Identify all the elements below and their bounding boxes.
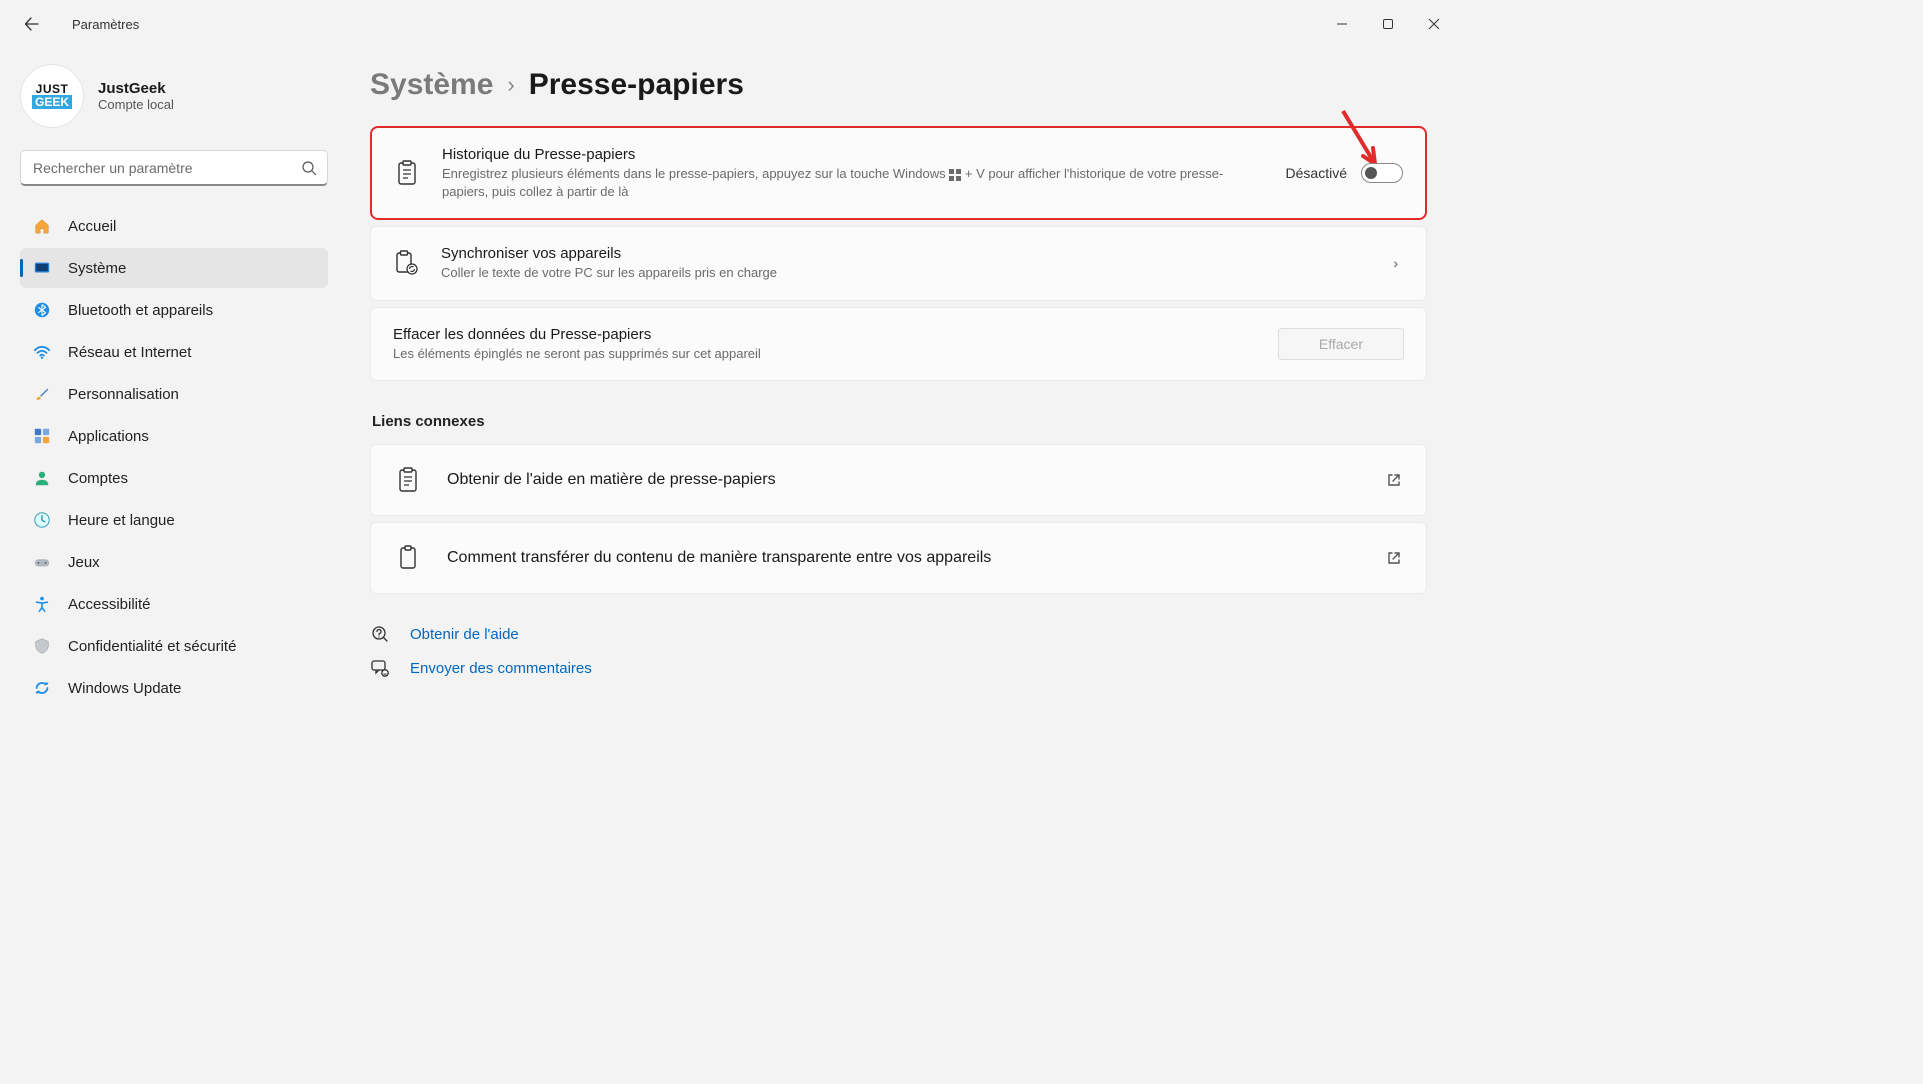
sidebar: JUSTGEEK JustGeek Compte local Accueil S… (0, 48, 340, 781)
related-help-link[interactable]: Obtenir de l'aide en matière de presse-p… (370, 444, 1427, 516)
chevron-right-icon: › (507, 72, 514, 98)
minimize-icon (1336, 18, 1348, 30)
feedback-icon (370, 658, 390, 678)
nav-label: Windows Update (68, 680, 181, 697)
feedback-link[interactable]: Envoyer des commentaires (410, 660, 592, 677)
clipboard-history-card: Historique du Presse-papiers Enregistrez… (370, 126, 1427, 220)
external-link-icon (1386, 472, 1402, 488)
update-icon (32, 678, 52, 698)
wifi-icon (32, 342, 52, 362)
breadcrumb-current: Presse-papiers (529, 68, 744, 102)
nav-apps[interactable]: Applications (20, 416, 328, 456)
maximize-icon (1382, 18, 1394, 30)
nav-personalization[interactable]: Personnalisation (20, 374, 328, 414)
bluetooth-icon (32, 300, 52, 320)
help-link[interactable]: Obtenir de l'aide (410, 626, 519, 643)
clock-globe-icon (32, 510, 52, 530)
nav-privacy[interactable]: Confidentialité et sécurité (20, 626, 328, 666)
nav-label: Bluetooth et appareils (68, 302, 213, 319)
nav-label: Comptes (68, 470, 128, 487)
minimize-button[interactable] (1319, 4, 1365, 44)
nav-label: Accessibilité (68, 596, 151, 613)
accessibility-icon (32, 594, 52, 614)
clipboard-icon (395, 467, 421, 493)
close-button[interactable] (1411, 4, 1457, 44)
nav-label: Accueil (68, 218, 116, 235)
search-box[interactable] (20, 150, 328, 186)
nav: Accueil Système Bluetooth et appareils R… (20, 206, 328, 708)
nav-home[interactable]: Accueil (20, 206, 328, 246)
breadcrumb: Système › Presse-papiers (370, 68, 1427, 102)
clipboard-sync-icon (393, 250, 419, 276)
brush-icon (32, 384, 52, 404)
nav-gaming[interactable]: Jeux (20, 542, 328, 582)
footer-links: Obtenir de l'aide Envoyer des commentair… (370, 624, 1427, 678)
related-transfer-link[interactable]: Comment transférer du contenu de manière… (370, 522, 1427, 594)
maximize-button[interactable] (1365, 4, 1411, 44)
avatar: JUSTGEEK (20, 64, 84, 128)
main: Système › Presse-papiers Historique du P… (340, 48, 1457, 781)
titlebar: Paramètres (0, 0, 1457, 48)
person-icon (32, 468, 52, 488)
shield-icon (32, 636, 52, 656)
breadcrumb-parent[interactable]: Système (370, 68, 493, 102)
related-links-title: Liens connexes (372, 413, 1427, 430)
card-title: Historique du Presse-papiers (442, 146, 1264, 163)
apps-icon (32, 426, 52, 446)
help-icon (370, 624, 390, 644)
search-input[interactable] (33, 160, 301, 176)
home-icon (32, 216, 52, 236)
nav-time[interactable]: Heure et langue (20, 500, 328, 540)
card-desc: Coller le texte de votre PC sur les appa… (441, 264, 1371, 282)
back-button[interactable] (20, 12, 44, 36)
account-block[interactable]: JUSTGEEK JustGeek Compte local (20, 58, 328, 150)
link-label: Obtenir de l'aide en matière de presse-p… (447, 471, 1360, 489)
account-name: JustGeek (98, 80, 174, 97)
nav-label: Confidentialité et sécurité (68, 638, 236, 655)
external-link-icon (1386, 550, 1402, 566)
windows-key-icon (949, 169, 961, 181)
history-toggle[interactable] (1361, 163, 1403, 183)
nav-bluetooth[interactable]: Bluetooth et appareils (20, 290, 328, 330)
nav-network[interactable]: Réseau et Internet (20, 332, 328, 372)
nav-accessibility[interactable]: Accessibilité (20, 584, 328, 624)
sync-devices-card[interactable]: Synchroniser vos appareils Coller le tex… (370, 226, 1427, 301)
chevron-right-icon: › (1393, 255, 1404, 271)
app-title: Paramètres (72, 17, 139, 32)
clipboard-outline-icon (395, 545, 421, 571)
nav-update[interactable]: Windows Update (20, 668, 328, 708)
card-title: Effacer les données du Presse-papiers (393, 326, 1256, 343)
nav-label: Heure et langue (68, 512, 175, 529)
nav-accounts[interactable]: Comptes (20, 458, 328, 498)
card-title: Synchroniser vos appareils (441, 245, 1371, 262)
nav-label: Système (68, 260, 126, 277)
link-label: Comment transférer du contenu de manière… (447, 549, 1360, 567)
clear-clipboard-card: Effacer les données du Presse-papiers Le… (370, 307, 1427, 382)
account-sub: Compte local (98, 97, 174, 112)
card-desc: Les éléments épinglés ne seront pas supp… (393, 345, 1256, 363)
close-icon (1428, 18, 1440, 30)
search-icon (301, 160, 317, 176)
nav-label: Personnalisation (68, 386, 179, 403)
card-desc: Enregistrez plusieurs éléments dans le p… (442, 165, 1264, 200)
toggle-state-label: Désactivé (1286, 165, 1347, 181)
nav-label: Réseau et Internet (68, 344, 191, 361)
clear-button: Effacer (1278, 328, 1404, 360)
nav-label: Applications (68, 428, 149, 445)
gamepad-icon (32, 552, 52, 572)
nav-system[interactable]: Système (20, 248, 328, 288)
arrow-left-icon (24, 16, 40, 32)
system-icon (32, 258, 52, 278)
clipboard-icon (394, 160, 420, 186)
nav-label: Jeux (68, 554, 100, 571)
